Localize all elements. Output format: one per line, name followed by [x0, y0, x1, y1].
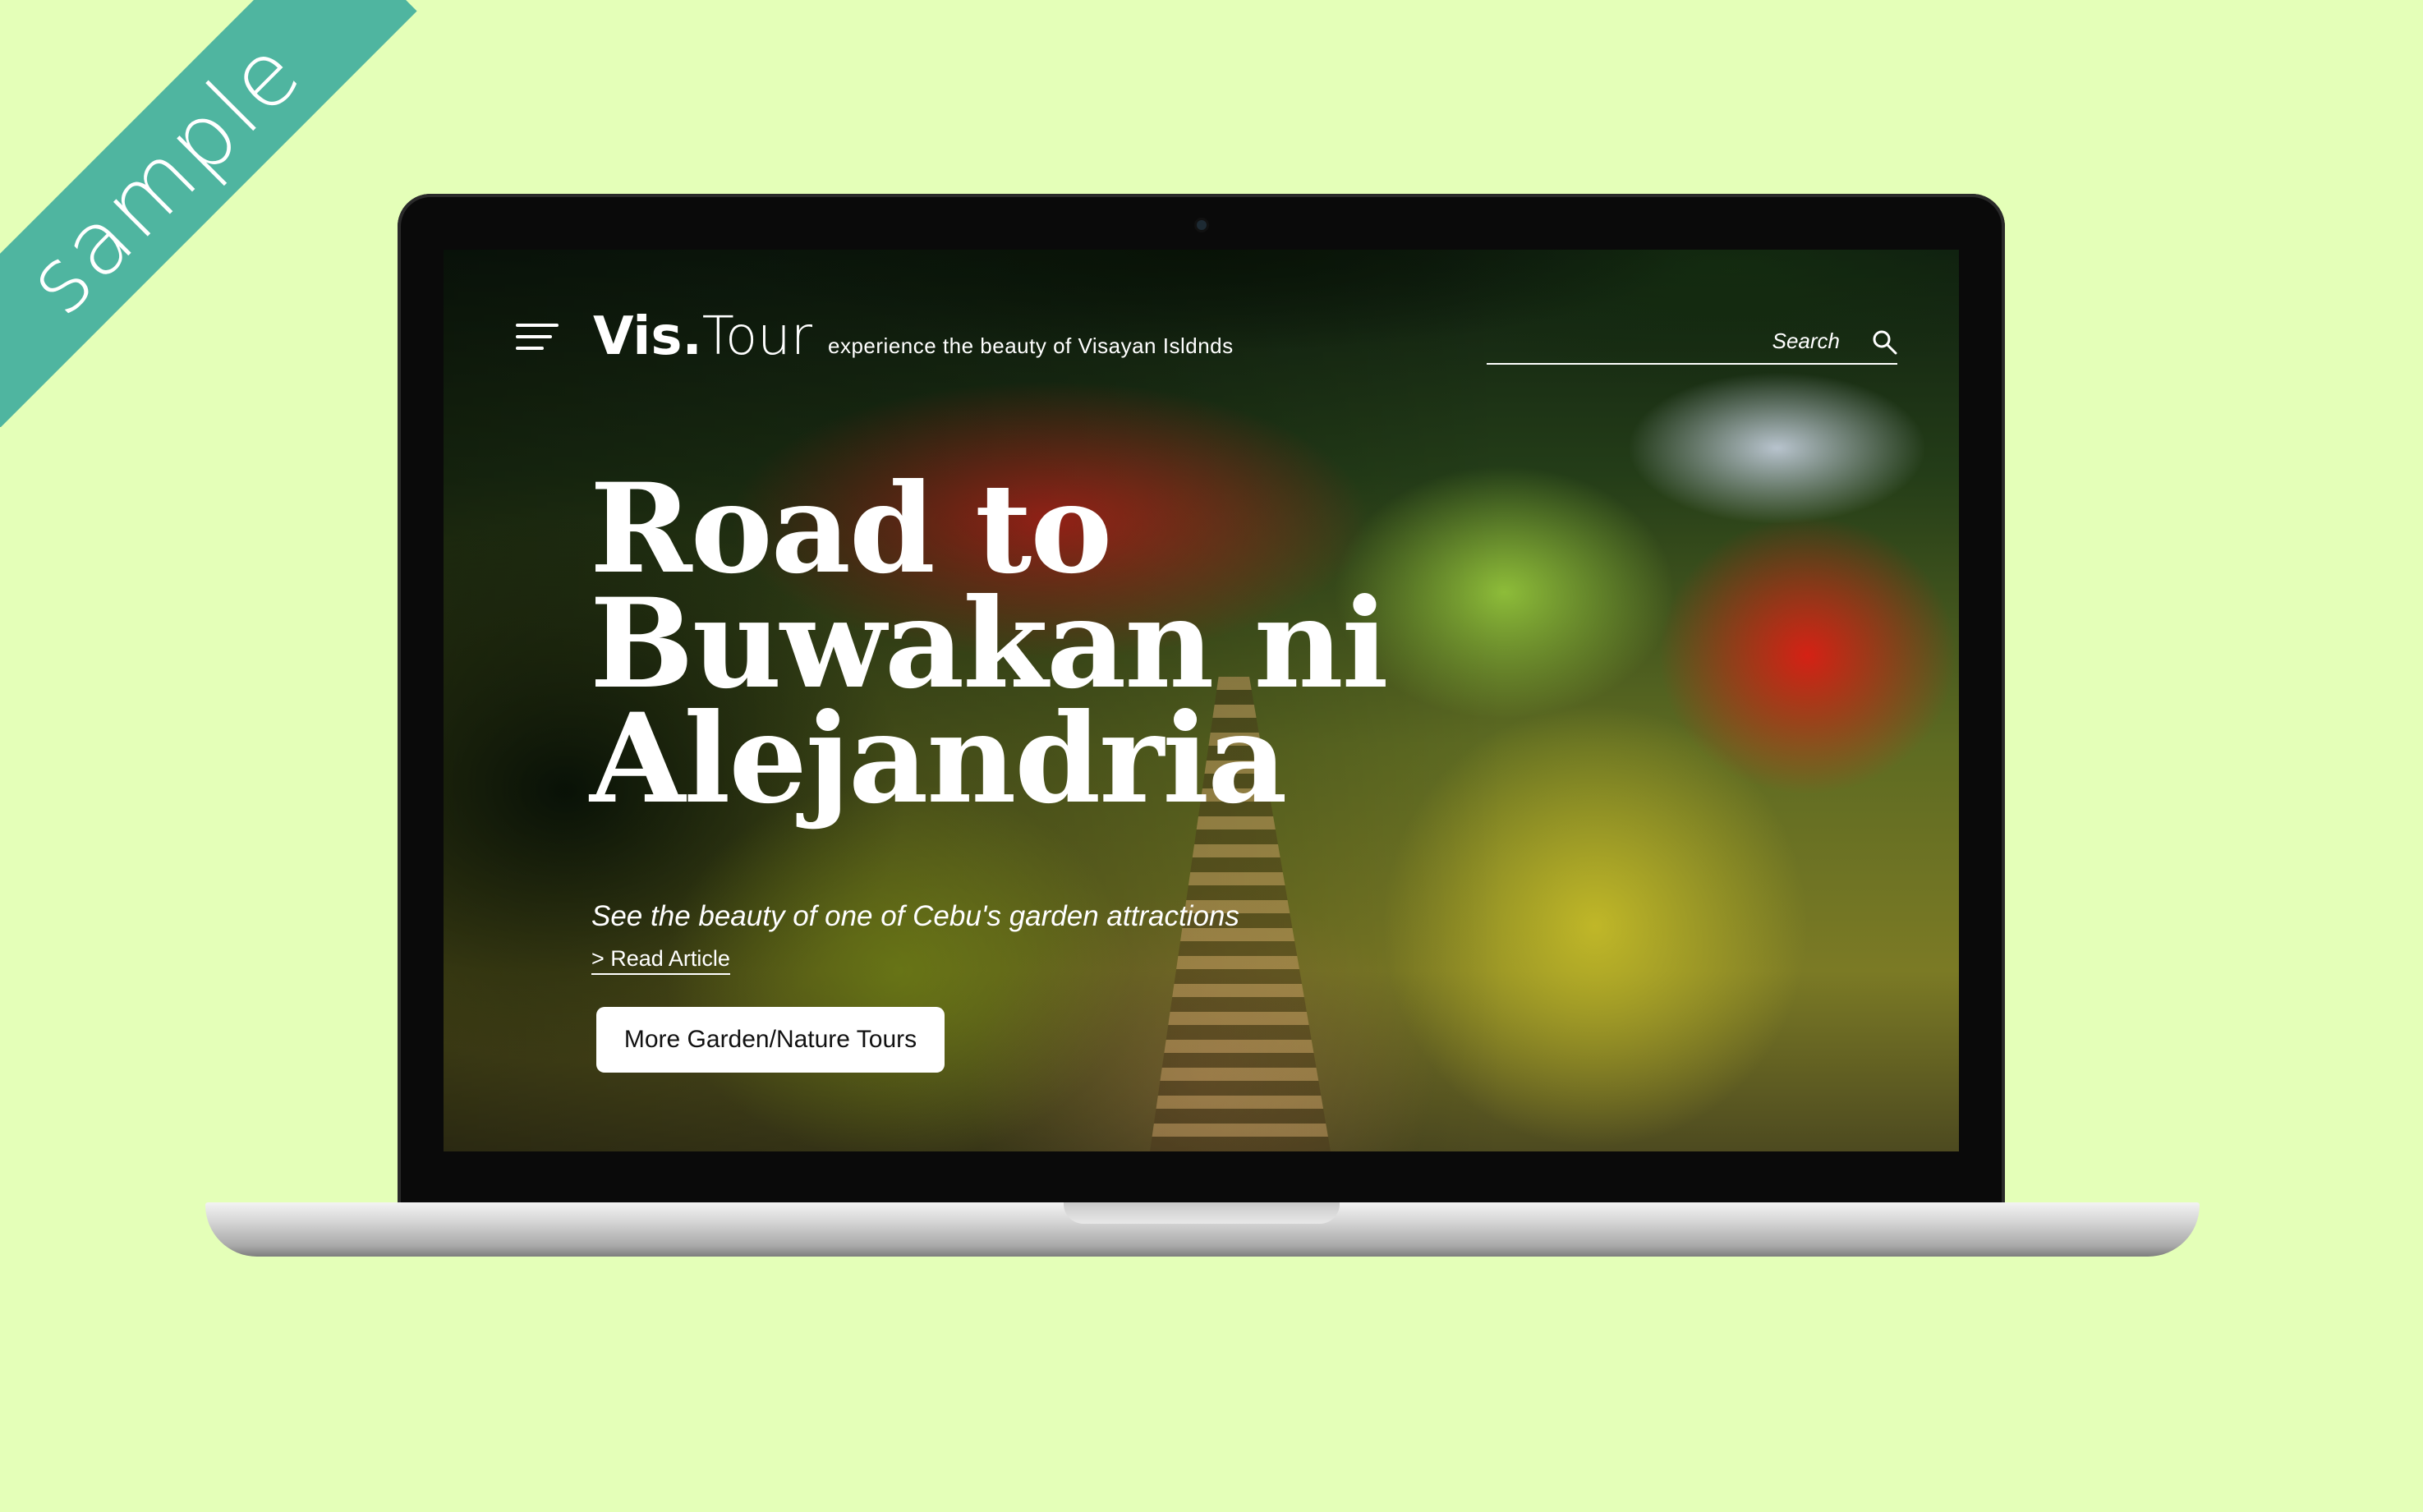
logo-light-text: Tour [701, 306, 812, 367]
search-bar [1487, 320, 1897, 365]
site-tagline: experience the beauty of Visayan Isldnds [828, 333, 1234, 358]
website-screen: Vis.Tour experience the beauty of Visaya… [444, 250, 1959, 1151]
webcam-icon [1197, 220, 1207, 230]
laptop-base [205, 1202, 2200, 1257]
search-input[interactable] [1487, 320, 1848, 361]
logo-bold-text: Vis. [593, 306, 702, 367]
read-article-link[interactable]: > Read Article [591, 946, 730, 975]
sample-ribbon: sample [0, 0, 417, 427]
hero-headline: Road to Buwakan ni Alejandria [590, 467, 1493, 820]
more-garden-tours-button[interactable]: More Garden/Nature Tours [596, 1007, 945, 1073]
hero-subtitle: See the beauty of one of Cebu's garden a… [591, 900, 1239, 932]
site-logo[interactable]: Vis.Tour [593, 310, 812, 363]
hamburger-menu-icon[interactable] [516, 324, 559, 353]
laptop-opening-notch [1064, 1202, 1340, 1224]
headline-line-3: Alejandria [590, 687, 1287, 831]
sample-ribbon-wrap: sample [0, 0, 427, 427]
search-icon[interactable] [1871, 329, 1897, 355]
